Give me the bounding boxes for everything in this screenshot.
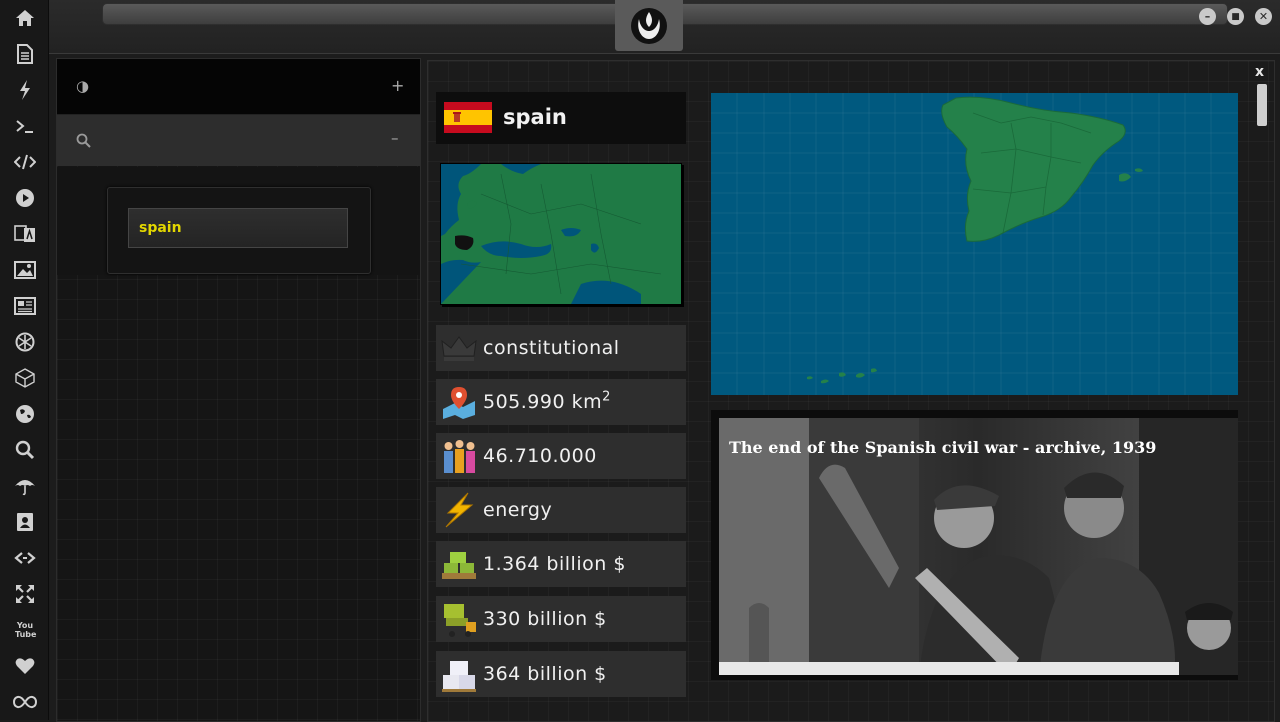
- government-type: constitutional: [483, 337, 620, 359]
- infinity-icon[interactable]: [12, 689, 38, 715]
- spain-flag-icon: [444, 102, 492, 133]
- globe-icon[interactable]: [12, 401, 38, 427]
- lightning-icon[interactable]: [12, 77, 38, 103]
- translate-icon[interactable]: [12, 221, 38, 247]
- photo-caption: The end of the Spanish civil war - archi…: [729, 438, 1157, 457]
- crown-icon: [441, 336, 477, 361]
- heart-icon[interactable]: [12, 653, 38, 679]
- rebel-logo-icon: [631, 8, 667, 44]
- maximize-button[interactable]: ■: [1227, 8, 1244, 25]
- panel-header: ◑ +: [57, 59, 420, 115]
- exports-value: 330 billion $: [483, 608, 607, 630]
- home-icon[interactable]: [12, 5, 38, 31]
- app-sidebar: You Tube: [0, 0, 49, 720]
- country-name: spain: [503, 105, 567, 129]
- rebel-icon[interactable]: [12, 329, 38, 355]
- collapse-button[interactable]: –: [391, 129, 399, 147]
- money-stack-icon: [442, 552, 476, 579]
- search-section: –: [57, 115, 420, 166]
- minimize-button[interactable]: –: [1199, 8, 1216, 25]
- contrast-icon[interactable]: ◑: [76, 77, 89, 95]
- gdp-value: 1.364 billion $: [483, 553, 626, 575]
- search-box: [107, 187, 371, 274]
- code-icon[interactable]: [12, 149, 38, 175]
- industry-value: energy: [483, 499, 553, 521]
- area-row: 505.990 km2: [436, 379, 686, 425]
- image-icon[interactable]: [12, 257, 38, 283]
- area-superscript: 2: [602, 389, 611, 405]
- news-icon[interactable]: [12, 293, 38, 319]
- add-button[interactable]: +: [391, 76, 404, 95]
- scrollbar-thumb[interactable]: [1257, 84, 1267, 126]
- panel-close-button[interactable]: x: [1255, 64, 1267, 80]
- umbrella-icon[interactable]: [12, 473, 38, 499]
- imports-value: 364 billion $: [483, 663, 607, 685]
- youtube-icon[interactable]: You Tube: [12, 617, 38, 643]
- country-header: spain: [436, 92, 686, 144]
- close-button[interactable]: ✕: [1255, 8, 1272, 25]
- polyhedron-icon[interactable]: [12, 365, 38, 391]
- government-row: constitutional: [436, 325, 686, 371]
- search-icon[interactable]: [12, 437, 38, 463]
- country-map[interactable]: [711, 93, 1238, 395]
- archive-photo[interactable]: The end of the Spanish civil war - archi…: [711, 410, 1238, 680]
- industry-row: energy: [436, 487, 686, 533]
- map-pin-icon: [443, 387, 475, 419]
- population-icon: [444, 440, 475, 473]
- app-logo-tab[interactable]: [615, 0, 683, 51]
- youtube-label: You Tube: [15, 621, 37, 639]
- gdp-row: 1.364 billion $: [436, 541, 686, 587]
- left-panel: ◑ + –: [56, 58, 421, 722]
- population-row: 46.710.000: [436, 433, 686, 479]
- area-value: 505.990 km2: [483, 379, 611, 425]
- expand-icon[interactable]: [12, 581, 38, 607]
- contact-icon[interactable]: [12, 509, 38, 535]
- exports-row: 330 billion $: [436, 596, 686, 642]
- link-icon[interactable]: [12, 545, 38, 571]
- energy-bolt-icon: [445, 492, 474, 528]
- import-boxes-icon: [442, 661, 476, 692]
- play-icon[interactable]: [12, 185, 38, 211]
- country-search-input[interactable]: [128, 208, 348, 248]
- terminal-icon[interactable]: [12, 113, 38, 139]
- document-icon[interactable]: [12, 41, 38, 67]
- area-number: 505.990 km: [483, 391, 603, 413]
- world-locator-map[interactable]: [440, 163, 682, 305]
- imports-row: 364 billion $: [436, 651, 686, 697]
- export-forklift-icon: [444, 604, 476, 637]
- population-value: 46.710.000: [483, 445, 597, 467]
- search-icon[interactable]: [76, 133, 91, 148]
